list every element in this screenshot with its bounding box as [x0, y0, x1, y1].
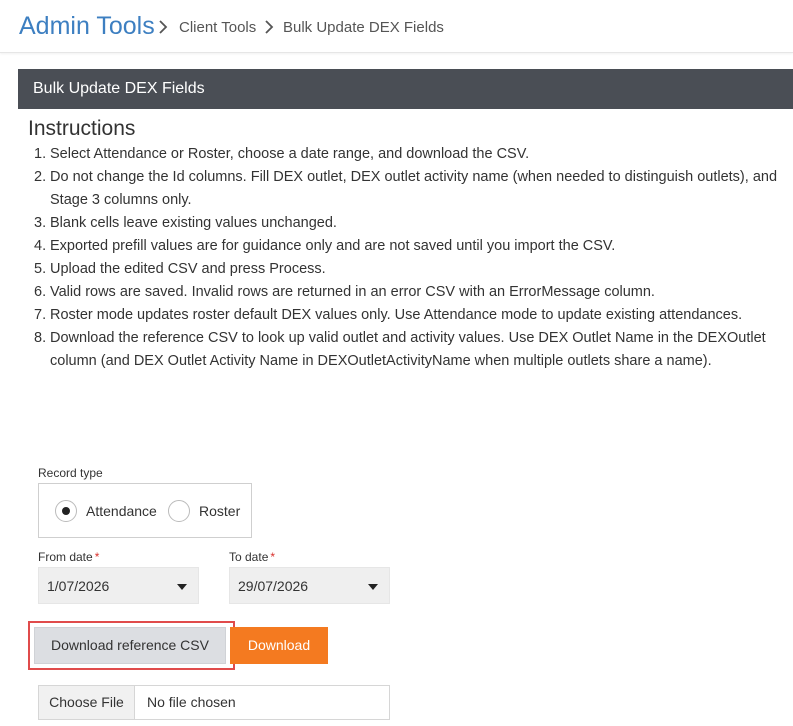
chevron-right-icon: [158, 17, 168, 34]
app-title[interactable]: Admin Tools: [19, 12, 155, 41]
radio-roster-label: Roster: [199, 503, 241, 519]
top-bar: Admin Tools Client Tools Bulk Update DEX…: [0, 0, 793, 53]
instruction-item: 2. Do not change the Id columns. Fill DEX…: [34, 169, 778, 208]
instruction-item: 1. Select Attendance or Roster, choose a …: [34, 146, 530, 162]
radio-checked-icon[interactable]: [55, 500, 77, 522]
file-input[interactable]: Choose File No file chosen: [38, 685, 390, 720]
breadcrumb-client-tools[interactable]: Client Tools: [179, 19, 256, 36]
from-date-value: 1/07/2026: [47, 578, 110, 594]
caret-down-icon: [177, 584, 187, 590]
instructions-title: Instructions: [28, 117, 136, 140]
instruction-item: 7. Roster mode updates roster default DEX…: [34, 307, 743, 323]
download-reference-csv-button[interactable]: Download reference CSV: [34, 627, 226, 664]
instruction-item: 8. Download the reference CSV to look up …: [34, 330, 766, 369]
instruction-item: 5. Upload the edited CSV and press Proces…: [34, 261, 326, 277]
instruction-item: 4. Exported prefill values are for guidan…: [34, 238, 616, 254]
from-date-label: From date *: [38, 550, 100, 564]
instruction-item: 3. Blank cells leave existing values unch…: [34, 215, 337, 231]
from-date-select[interactable]: 1/07/2026: [38, 567, 199, 604]
radio-attendance-label: Attendance: [86, 503, 157, 519]
file-status-text: No file chosen: [147, 694, 236, 710]
record-type-group: Attendance Roster: [38, 483, 252, 538]
breadcrumb-current-page: Bulk Update DEX Fields: [283, 19, 444, 36]
required-marker: *: [94, 550, 100, 564]
chevron-right-icon: [264, 17, 274, 34]
download-button[interactable]: Download: [230, 627, 328, 664]
radio-attendance[interactable]: Attendance: [55, 500, 157, 522]
instruction-item: 6. Valid rows are saved. Invalid rows are…: [34, 284, 655, 300]
to-date-select[interactable]: 29/07/2026: [229, 567, 390, 604]
to-date-value: 29/07/2026: [238, 578, 309, 594]
record-type-label: Record type: [38, 466, 103, 480]
radio-roster[interactable]: Roster: [168, 500, 240, 522]
to-date-label: To date *: [229, 550, 276, 564]
panel-title: Bulk Update DEX Fields: [18, 69, 793, 109]
caret-down-icon: [368, 584, 378, 590]
radio-unchecked-icon[interactable]: [168, 500, 190, 522]
choose-file-button[interactable]: Choose File: [39, 686, 135, 719]
required-marker: *: [270, 550, 276, 564]
instructions-list: 1. Select Attendance or Roster, choose a …: [34, 143, 793, 373]
